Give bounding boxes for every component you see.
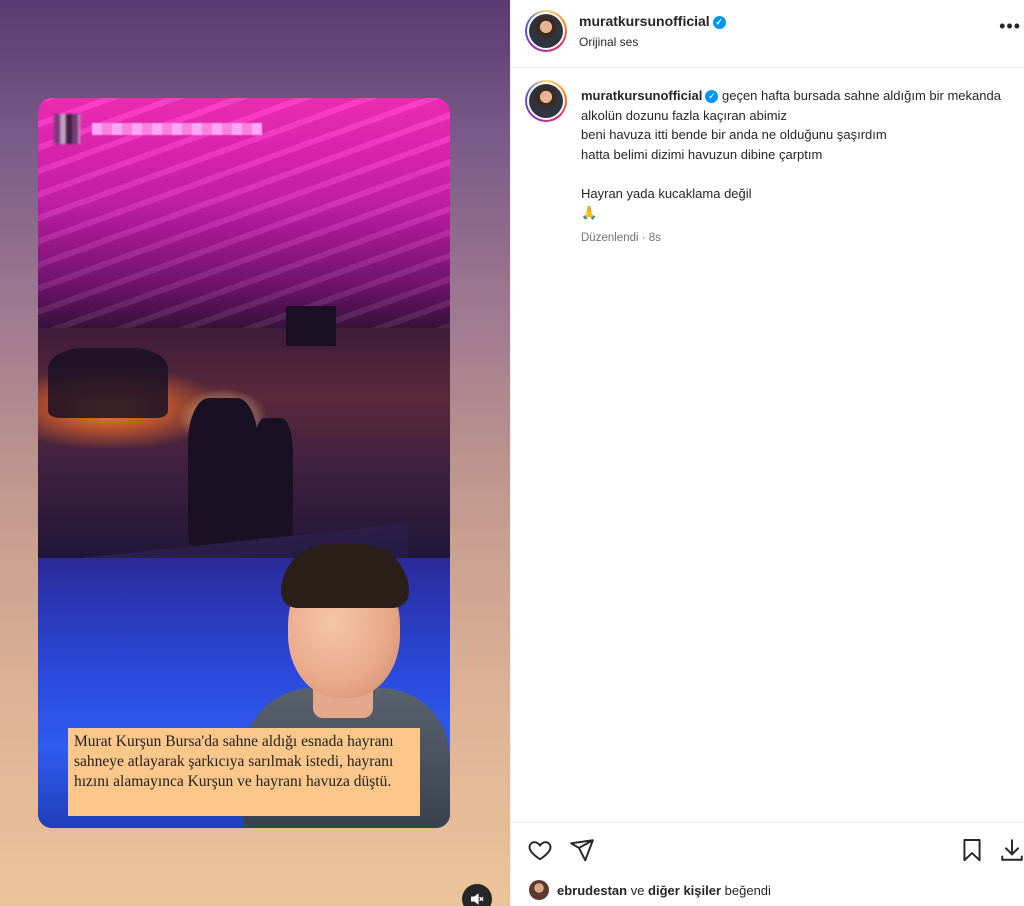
- video-speaker: [286, 306, 336, 346]
- comment-line: hatta belimi dizimi havuzun dibine çarpt…: [581, 146, 823, 162]
- post-header: muratkursunofficial ✓ Orijinal ses •••: [511, 0, 1024, 68]
- avatar[interactable]: [529, 880, 549, 900]
- news-caption: Murat Kurşun Bursa'da sahne aldığı esnad…: [68, 728, 420, 816]
- post-author[interactable]: muratkursunofficial ✓: [579, 13, 726, 29]
- video-silhouette: [48, 348, 168, 418]
- likes-connector: ve: [627, 882, 649, 898]
- comment-line: beni havuza itti bende bir anda ne olduğ…: [581, 127, 887, 142]
- post-sidebar: muratkursunofficial ✓ Orijinal ses ••• mu…: [510, 0, 1024, 906]
- caption-text: muratkursunofficial ✓ geçen hafta bursada…: [581, 86, 1001, 248]
- action-bar: [511, 822, 1024, 874]
- liked-by-others[interactable]: diğer kişiler: [648, 883, 721, 898]
- avatar[interactable]: [525, 10, 567, 52]
- video-silhouette: [188, 398, 258, 548]
- bookmark-icon[interactable]: [959, 837, 985, 863]
- story-header-blurred: [44, 106, 304, 144]
- liked-by-user[interactable]: ebrudestan: [557, 883, 627, 898]
- comment-line: alkolün dozunu fazla kaçıran abimiz: [581, 107, 787, 123]
- comment-line: [581, 164, 1001, 184]
- blurred-username: [92, 123, 262, 135]
- heart-icon[interactable]: [527, 837, 553, 863]
- media-pane[interactable]: Murat Kurşun Bursa'da sahne aldığı esnad…: [0, 0, 510, 906]
- speaker-muted-icon[interactable]: [462, 884, 492, 906]
- comment-line: Hayran yada kucaklama değil: [581, 185, 752, 201]
- likes-suffix: beğendi: [721, 882, 771, 898]
- download-icon[interactable]: [999, 837, 1024, 863]
- avatar[interactable]: [525, 80, 567, 122]
- likes-summary: ebrudestan ve diğer kişiler beğendi: [529, 880, 771, 900]
- post-author-name[interactable]: muratkursunofficial: [579, 13, 710, 29]
- comment-line: geçen hafta bursada sahne aldığım bir me…: [721, 88, 1001, 103]
- more-options-icon[interactable]: •••: [999, 16, 1021, 37]
- video-silhouette: [253, 418, 293, 538]
- blurred-avatar: [54, 114, 80, 144]
- audio-label[interactable]: Orijinal ses: [579, 35, 638, 49]
- reel-video[interactable]: [38, 98, 450, 828]
- share-icon[interactable]: [569, 837, 595, 863]
- verified-badge-icon: ✓: [705, 90, 719, 104]
- verified-badge-icon: ✓: [712, 16, 726, 29]
- prayer-emoji: 🙏: [581, 205, 598, 220]
- portrait-hair: [281, 544, 409, 608]
- comment-meta: Düzenlendi · 8s: [581, 231, 661, 244]
- comment-author[interactable]: muratkursunofficial: [581, 88, 702, 103]
